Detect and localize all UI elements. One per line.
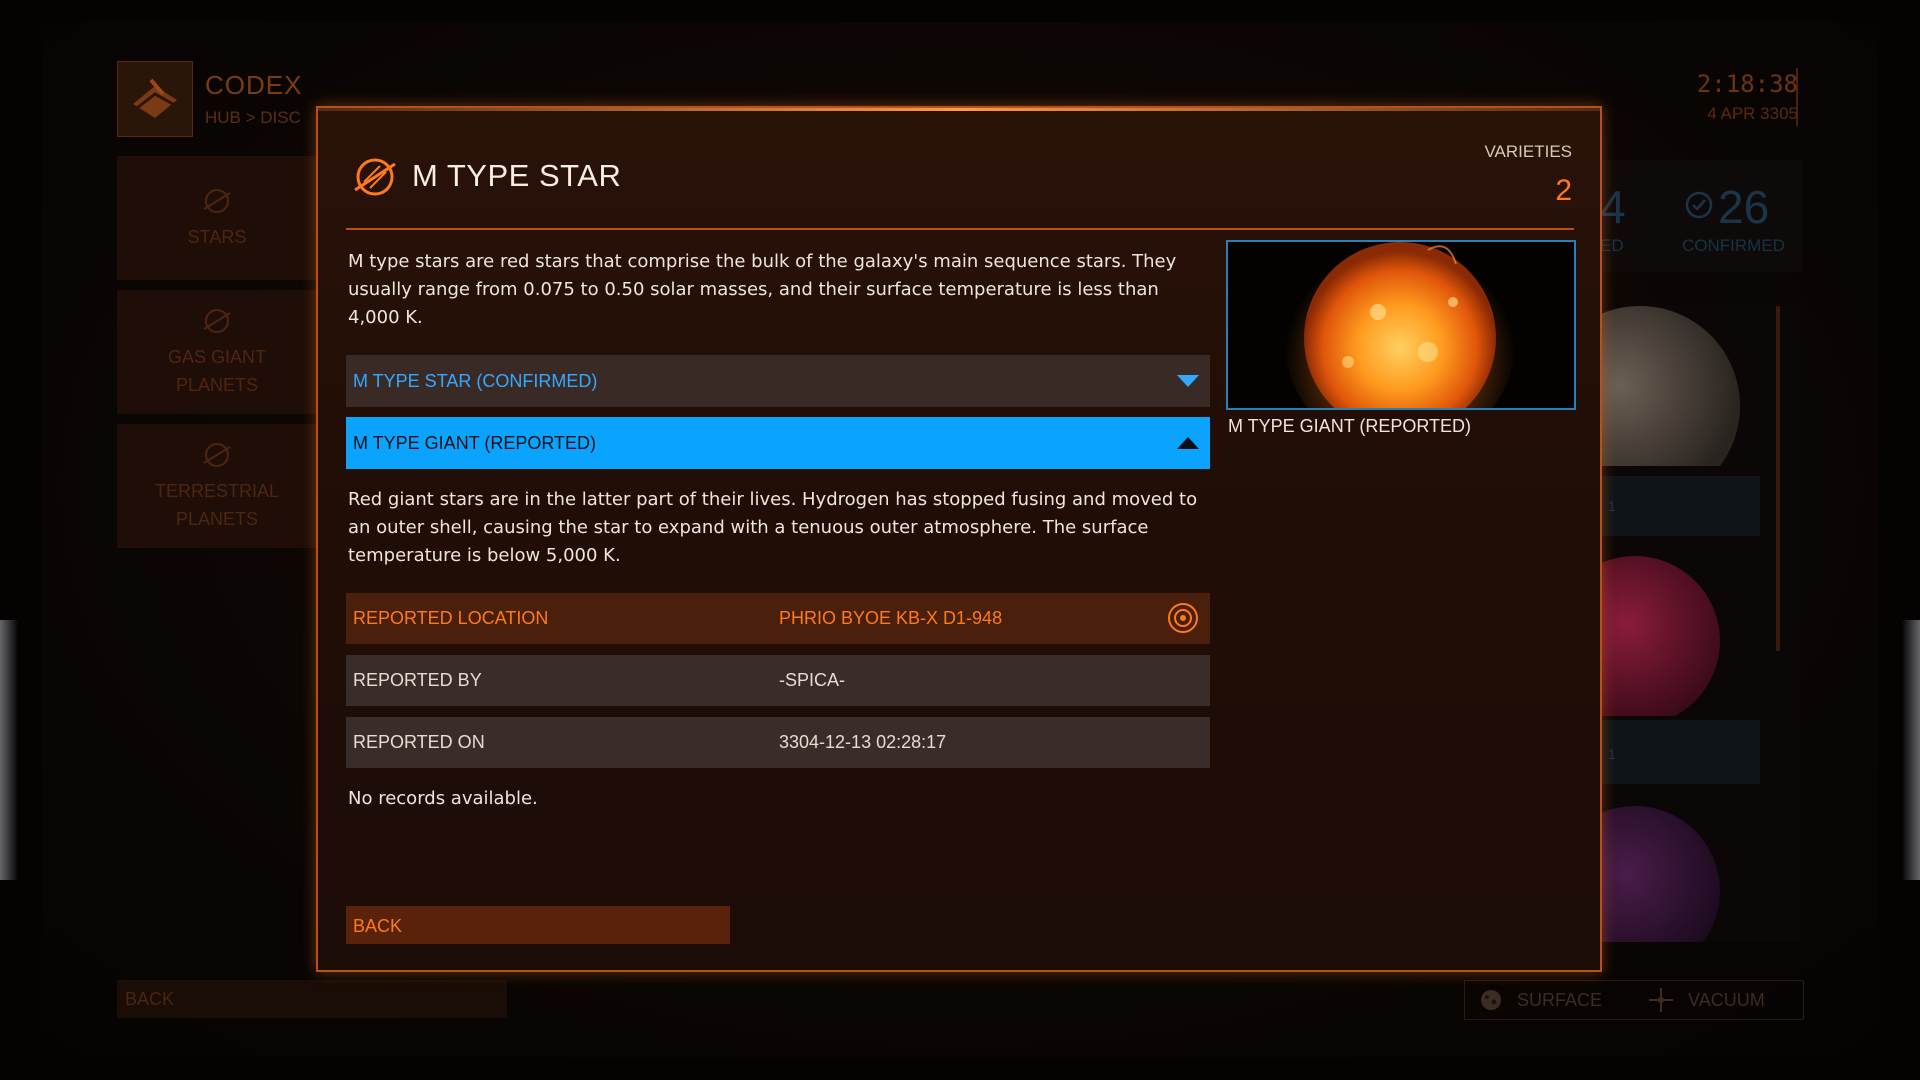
surface-icon [1481, 990, 1501, 1010]
cockpit-edge-light [0, 620, 18, 880]
list-item[interactable]: 1 [1600, 476, 1760, 536]
varieties-count: 2 [1555, 174, 1572, 207]
nav-item-label: GAS GIANT PLANETS [167, 347, 266, 395]
nav-item-stars[interactable]: STARS [117, 156, 317, 280]
reported-on-row: REPORTED ON 3304-12-13 02:28:17 [346, 717, 1210, 768]
list-item[interactable] [1600, 796, 1760, 942]
variety-label: M TYPE STAR (CONFIRMED) [353, 370, 598, 391]
dialog-title: M TYPE STAR [412, 158, 622, 193]
reported-location-value: PHRIO BYOE KB-X D1-948 [779, 608, 1003, 628]
nav-item-gas-giant-planets[interactable]: GAS GIANT PLANETS [117, 290, 317, 414]
filter-surface[interactable]: SURFACE [1479, 988, 1602, 1012]
planet-icon [203, 189, 231, 213]
discovery-stats: 4 ED 26 CONFIRMED [1600, 160, 1802, 272]
list-item-count: 1 [1608, 746, 1616, 762]
codex-title: CODEX [205, 70, 303, 100]
confirmed-stat-label: CONFIRMED [1682, 236, 1785, 255]
reported-by-value: -SPICA- [779, 670, 846, 690]
vacuum-icon [1649, 988, 1674, 1012]
filter-bar: SURFACE VACUUM [1464, 980, 1804, 1020]
variety-reported-row[interactable]: M TYPE GIANT (REPORTED) [346, 417, 1210, 469]
reported-by-key: REPORTED BY [353, 670, 482, 690]
planet-icon [203, 443, 231, 467]
partial-stat-number: 4 [1600, 181, 1626, 233]
filter-vacuum[interactable]: VACUUM [1648, 987, 1765, 1013]
chevron-down-icon [1176, 355, 1200, 407]
preview-caption: M TYPE GIANT (REPORTED) [1228, 416, 1472, 436]
variety-preview-image [1226, 240, 1576, 410]
filter-label: SURFACE [1517, 989, 1603, 1010]
list-scrollbar[interactable] [1776, 306, 1780, 651]
list-item[interactable]: 1 [1600, 720, 1760, 784]
header-divider [346, 228, 1574, 230]
partial-stat-label: ED [1600, 236, 1624, 255]
reported-on-value: 3304-12-13 02:28:17 [779, 732, 947, 752]
reported-on-key: REPORTED ON [353, 732, 485, 752]
reported-location-key: REPORTED LOCATION [353, 608, 549, 628]
game-date: 4 APR 3305 [1707, 104, 1798, 123]
confirmed-stat-number: 26 [1718, 181, 1770, 233]
dialog-top-glow [318, 108, 1600, 111]
game-clock: 2:18:38 [1696, 70, 1798, 98]
cockpit-edge-light [1902, 620, 1920, 880]
list-item[interactable] [1600, 306, 1760, 466]
variety-list: 1 1 [1600, 306, 1800, 942]
planet-icon [203, 309, 231, 333]
check-circle-icon [1685, 191, 1713, 219]
variety-confirmed-row[interactable]: M TYPE STAR (CONFIRMED) [346, 355, 1210, 407]
codex-logo-icon [117, 61, 193, 137]
nav-item-label: TERRESTRIAL PLANETS [154, 481, 280, 529]
chevron-up-icon [1176, 417, 1200, 469]
back-button[interactable]: BACK [346, 906, 730, 944]
planet-icon [354, 158, 396, 196]
varieties-label: VARIETIES [1484, 142, 1572, 161]
codex-entry-dialog: M TYPE STAR VARIETIES 2 M type stars are… [316, 106, 1602, 972]
entry-description: M type stars are red stars that comprise… [348, 251, 1177, 328]
nav-item-label: STARS [187, 227, 247, 247]
list-item[interactable] [1600, 556, 1760, 716]
variety-description: Red giant stars are in the latter part o… [348, 489, 1198, 566]
breadcrumb[interactable]: HUB > DISC [205, 108, 301, 128]
target-icon[interactable] [1166, 601, 1200, 635]
background-back-button[interactable]: BACK [117, 980, 507, 1018]
category-nav: STARS GAS GIANT PLANETS TERRESTRIAL PLAN… [117, 156, 317, 558]
no-records-text: No records available. [348, 788, 538, 809]
nav-item-terrestrial-planets[interactable]: TERRESTRIAL PLANETS [117, 424, 317, 548]
reported-location-row[interactable]: REPORTED LOCATION PHRIO BYOE KB-X D1-948 [346, 593, 1210, 644]
variety-label: M TYPE GIANT (REPORTED) [353, 432, 597, 453]
reported-by-row: REPORTED BY -SPICA- [346, 655, 1210, 706]
filter-label: VACUUM [1688, 989, 1765, 1010]
list-item-count: 1 [1608, 498, 1616, 514]
